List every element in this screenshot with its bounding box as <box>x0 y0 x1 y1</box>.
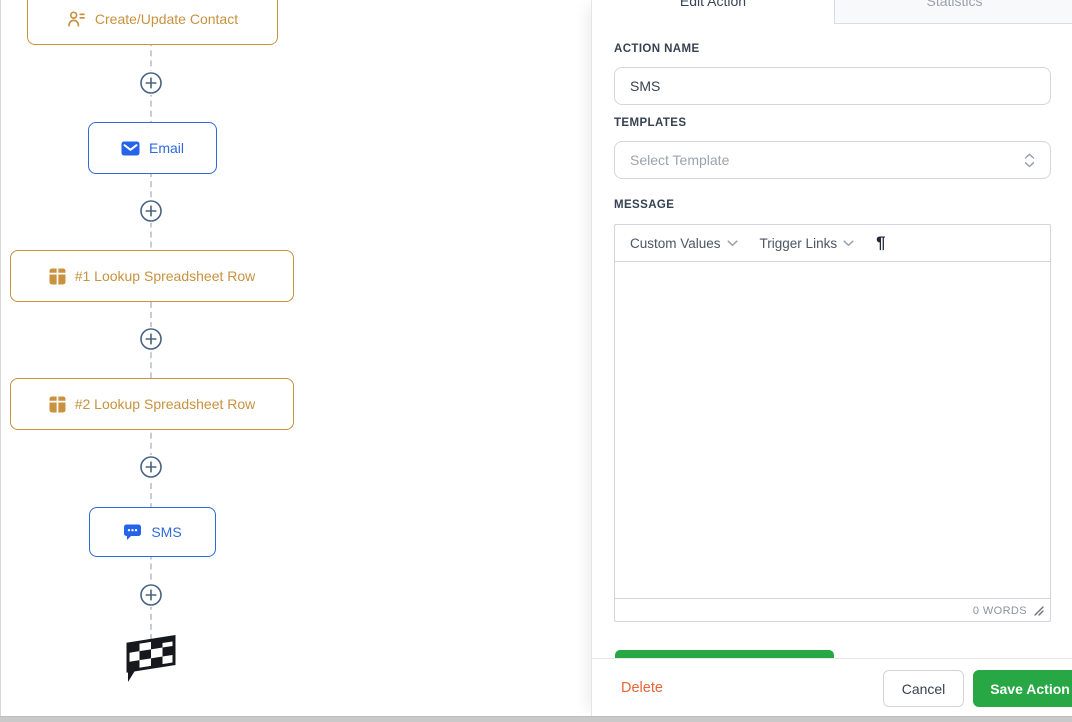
add-action-button[interactable] <box>139 455 163 479</box>
message-textarea[interactable] <box>615 262 1050 598</box>
node-lookup-spreadsheet-row-1[interactable]: #1 Lookup Spreadsheet Row <box>10 250 294 302</box>
delete-button[interactable]: Delete <box>621 659 663 717</box>
tab-label: Statistics <box>926 0 983 9</box>
template-select-placeholder: Select Template <box>630 152 730 168</box>
custom-values-dropdown[interactable]: Custom Values <box>630 236 738 251</box>
node-label: #2 Lookup Spreadsheet Row <box>74 396 256 412</box>
node-lookup-spreadsheet-row-2[interactable]: #2 Lookup Spreadsheet Row <box>10 378 294 430</box>
pilcrow-button[interactable]: ¶ <box>876 233 885 253</box>
add-action-button[interactable] <box>139 199 163 223</box>
spreadsheet-icon <box>49 268 66 285</box>
spreadsheet-icon <box>49 396 66 413</box>
workflow-canvas: Create/Update Contact Email #1 Lookup Sp… <box>0 0 591 716</box>
resize-handle-icon[interactable] <box>1033 605 1044 616</box>
tab-label: Edit Action <box>679 0 747 9</box>
custom-values-label: Custom Values <box>630 235 721 251</box>
action-name-label: ACTION NAME <box>614 43 700 55</box>
green-button-top[interactable] <box>615 650 834 658</box>
tab-statistics[interactable]: Statistics <box>834 0 1072 24</box>
cancel-button[interactable]: Cancel <box>883 670 964 707</box>
email-icon <box>121 141 140 156</box>
action-settings-drawer: Edit Action Statistics ACTION NAME TEMPL… <box>591 0 1072 717</box>
editor-footer: 0 WORDS <box>615 598 1050 622</box>
checkered-flag-icon <box>119 630 183 682</box>
message-editor: Custom Values Trigger Links ¶ 0 WORDS <box>614 224 1051 622</box>
save-action-button[interactable]: Save Action <box>973 670 1072 707</box>
node-create-update-contact[interactable]: Create/Update Contact <box>27 0 278 45</box>
node-email[interactable]: Email <box>88 122 217 174</box>
contact-icon <box>67 10 86 28</box>
editor-toolbar: Custom Values Trigger Links ¶ <box>615 225 1050 262</box>
add-action-button[interactable] <box>139 71 163 95</box>
add-action-button[interactable] <box>139 583 163 607</box>
templates-label: TEMPLATES <box>614 117 687 129</box>
node-sms[interactable]: SMS <box>89 507 216 557</box>
sms-icon <box>123 523 142 541</box>
chevron-down-icon <box>726 239 738 246</box>
template-select[interactable]: Select Template <box>614 141 1051 179</box>
workflow-builder: Create/Update Contact Email #1 Lookup Sp… <box>0 0 1072 722</box>
node-label: #1 Lookup Spreadsheet Row <box>74 268 256 284</box>
action-name-input[interactable] <box>614 67 1051 105</box>
node-label: Email <box>148 140 184 156</box>
add-action-button[interactable] <box>139 327 163 351</box>
window-left-border <box>0 0 1 716</box>
chevron-down-icon <box>843 239 854 246</box>
node-label: SMS <box>151 524 182 540</box>
node-label: Create/Update Contact <box>94 10 239 27</box>
drawer-footer: Delete Cancel Save Action <box>592 658 1072 717</box>
select-updown-icon <box>1024 153 1035 168</box>
tab-edit-action[interactable]: Edit Action <box>592 0 834 23</box>
trigger-links-label: Trigger Links <box>759 235 838 251</box>
message-label: MESSAGE <box>614 199 675 211</box>
horizontal-scrollbar[interactable] <box>0 716 1072 722</box>
word-count: 0 WORDS <box>972 604 1027 617</box>
trigger-links-dropdown[interactable]: Trigger Links <box>760 236 855 251</box>
